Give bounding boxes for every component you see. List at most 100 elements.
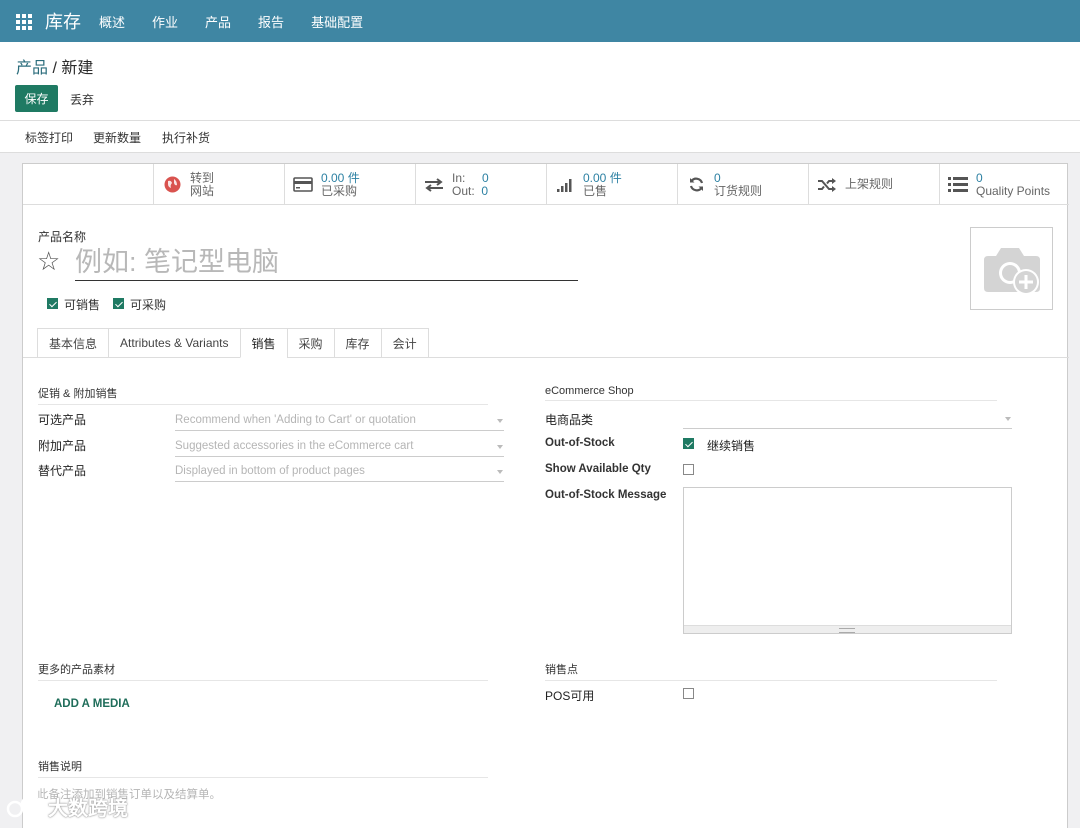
upsell-section-title: 促销 & 附加销售 [38, 385, 488, 405]
star-icon[interactable]: ☆ [37, 246, 60, 277]
accessory-products-placeholder: Suggested accessories in the eCommerce c… [175, 440, 414, 452]
menu-operations[interactable]: 作业 [152, 12, 178, 31]
accessory-products-label: 附加产品 [38, 439, 87, 453]
breadcrumb-current: 新建 [61, 60, 94, 77]
alternative-products-label: 替代产品 [38, 464, 87, 478]
out-value: 0 [481, 183, 489, 198]
sold-button[interactable]: 0.00 件已售 [546, 164, 677, 205]
out-of-stock-message-textarea[interactable] [683, 487, 1012, 634]
apps-grid-icon[interactable] [16, 14, 32, 30]
website-line2: 网站 [190, 183, 215, 198]
tab-inventory[interactable]: 库存 [333, 328, 381, 358]
action-bar: 标签打印 更新数量 执行补货 [0, 121, 1080, 153]
product-name-label: 产品名称 [38, 230, 87, 244]
quality-value: 0 [976, 170, 983, 185]
can-be-sold-checkbox[interactable] [47, 298, 58, 309]
smart-buttons-bar: 转到 网站 0.00 件已采购 In: 0 Out: 0 0.00 件已售 0 … [23, 164, 1069, 205]
quality-points-button[interactable]: 0 Quality Points [939, 164, 1069, 205]
app-title[interactable]: 库存 [45, 8, 81, 34]
top-navbar: 库存 概述 作业 产品 报告 基础配置 [0, 0, 1080, 42]
list-icon [940, 177, 976, 192]
out-label: Out: [452, 183, 475, 198]
update-quantity-button[interactable]: 更新数量 [93, 129, 141, 146]
globe-icon [154, 176, 190, 193]
putaway-label: 上架规则 [845, 177, 894, 191]
menu-configuration[interactable]: 基础配置 [311, 12, 363, 31]
optional-products-select[interactable]: Recommend when 'Adding to Cart' or quota… [175, 414, 504, 431]
tab-purchase[interactable]: 采购 [286, 328, 334, 358]
media-section-title: 更多的产品素材 [38, 661, 488, 681]
accessory-products-select[interactable]: Suggested accessories in the eCommerce c… [175, 440, 504, 457]
chevron-down-icon [497, 445, 503, 449]
ecommerce-category-select[interactable] [683, 412, 1012, 429]
ecommerce-section-title: eCommerce Shop [545, 385, 997, 401]
reorder-value: 0 [714, 170, 721, 185]
alternative-products-select[interactable]: Displayed in bottom of product pages [175, 465, 504, 482]
tab-sales[interactable]: 销售 [239, 328, 287, 358]
ecommerce-category-label: 电商品类 [545, 413, 594, 427]
continue-selling-label: 继续销售 [707, 439, 756, 453]
pos-available-label: POS可用 [545, 689, 595, 703]
chevron-down-icon [497, 419, 503, 423]
putaway-rules-button[interactable]: 上架规则 [808, 164, 939, 205]
purchased-value: 0.00 件 [321, 170, 360, 185]
watermark-text: 大数跨境 [48, 798, 128, 820]
sold-value: 0.00 件 [583, 170, 622, 185]
credit-card-icon [285, 177, 321, 192]
menu-products[interactable]: 产品 [205, 12, 231, 31]
in-out-button[interactable]: In: 0 Out: 0 [415, 164, 546, 205]
product-name-input[interactable]: 例如: 笔记型电脑 [75, 244, 578, 281]
website-line1: 转到 [190, 170, 215, 185]
alternative-products-placeholder: Displayed in bottom of product pages [175, 465, 365, 477]
go-to-website-button[interactable]: 转到 网站 [153, 164, 284, 205]
out-of-stock-message-label: Out-of-Stock Message [545, 489, 667, 501]
menu-reporting[interactable]: 报告 [258, 12, 284, 31]
breadcrumb-separator: / [48, 60, 62, 77]
save-button[interactable]: 保存 [15, 85, 58, 112]
out-of-stock-checkbox[interactable] [683, 438, 694, 449]
add-media-button[interactable]: ADD A MEDIA [54, 698, 130, 710]
quality-label: Quality Points [976, 183, 1051, 198]
optional-products-placeholder: Recommend when 'Adding to Cart' or quota… [175, 414, 416, 426]
sales-description-title: 销售说明 [38, 758, 488, 778]
product-image-upload[interactable] [970, 227, 1053, 310]
refresh-icon [678, 176, 714, 193]
reordering-rules-button[interactable]: 0 订货规则 [677, 164, 808, 205]
resize-handle[interactable] [684, 625, 1011, 633]
pos-available-checkbox[interactable] [683, 688, 694, 699]
replenish-button[interactable]: 执行补货 [162, 129, 210, 146]
discard-button[interactable]: 丢弃 [70, 91, 94, 108]
breadcrumb-parent[interactable]: 产品 [16, 60, 48, 77]
in-label: In: [452, 170, 466, 185]
pos-section-title: 销售点 [545, 661, 997, 681]
show-available-qty-label: Show Available Qty [545, 463, 651, 475]
sold-label: 已售 [583, 183, 608, 198]
tab-general-info[interactable]: 基本信息 [37, 328, 109, 358]
watermark-logo-icon [6, 796, 47, 817]
exchange-icon [416, 177, 452, 192]
can-be-sold-label: 可销售 [64, 298, 101, 312]
menu-overview[interactable]: 概述 [99, 12, 125, 31]
chevron-down-icon [497, 470, 503, 474]
can-be-purchased-checkbox[interactable] [113, 298, 124, 309]
print-labels-button[interactable]: 标签打印 [25, 129, 73, 146]
show-available-qty-checkbox[interactable] [683, 464, 694, 475]
tab-attributes-variants[interactable]: Attributes & Variants [108, 328, 240, 358]
can-be-purchased-label: 可采购 [130, 298, 167, 312]
chevron-down-icon [1005, 417, 1011, 421]
product-form-sheet: 转到 网站 0.00 件已采购 In: 0 Out: 0 0.00 件已售 0 … [22, 163, 1069, 828]
breadcrumb: 产品 / 新建 [16, 54, 93, 78]
camera-plus-icon [983, 247, 1040, 295]
out-of-stock-label: Out-of-Stock [545, 437, 615, 449]
purchased-button[interactable]: 0.00 件已采购 [284, 164, 415, 205]
control-panel: 产品 / 新建 保存 丢弃 [0, 42, 1080, 121]
watermark: 大数跨境 [6, 792, 128, 821]
tab-accounting[interactable]: 会计 [380, 328, 429, 358]
random-icon [809, 177, 845, 192]
form-tabs: 基本信息 Attributes & Variants 销售 采购 库存 会计 [37, 328, 429, 358]
in-value: 0 [482, 170, 489, 185]
optional-products-label: 可选产品 [38, 413, 87, 427]
signal-icon [547, 178, 583, 192]
reorder-label: 订货规则 [714, 183, 763, 198]
purchased-label: 已采购 [321, 183, 358, 198]
